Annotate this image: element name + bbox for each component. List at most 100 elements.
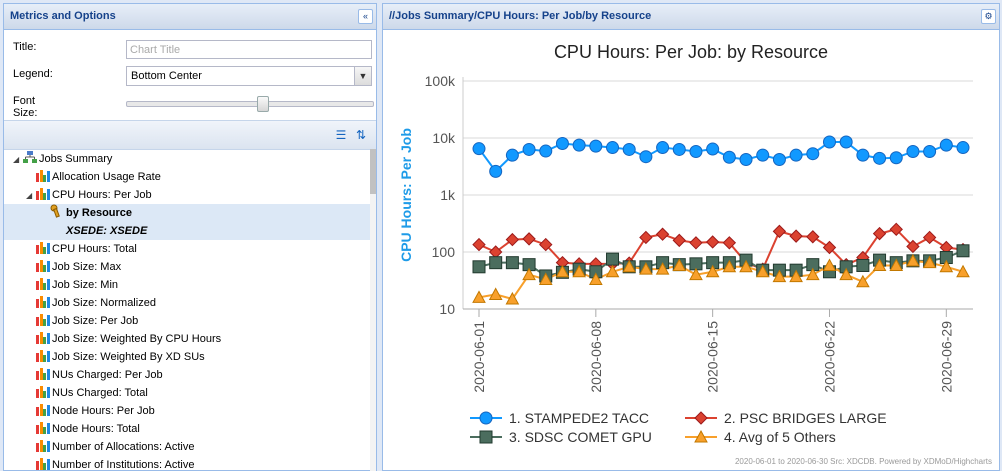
data-point — [772, 152, 786, 166]
tree-scrollbar-thumb[interactable] — [370, 149, 376, 194]
realm-icon — [23, 151, 37, 164]
bar-chart-icon — [36, 259, 50, 272]
chart-panel: //Jobs Summary/CPU Hours: Per Job/by Res… — [382, 3, 1000, 471]
data-point — [622, 142, 636, 156]
refresh-icon[interactable]: ⇅ — [354, 128, 368, 142]
data-point — [472, 237, 486, 252]
bar-chart-icon — [36, 331, 50, 344]
data-point — [922, 230, 937, 245]
tree-item[interactable]: ◢ Jobs Summary — [4, 150, 370, 168]
expand-triangle-icon[interactable]: ◢ — [13, 151, 23, 169]
legend-item[interactable]: 4. Avg of 5 Others — [724, 429, 836, 445]
chevron-down-icon[interactable]: ▼ — [354, 67, 371, 85]
data-point — [956, 141, 970, 155]
bar-chart-icon — [36, 385, 50, 398]
tree-item-label: Job Size: Per Job — [52, 315, 139, 327]
data-point — [639, 150, 653, 164]
data-point — [756, 148, 770, 162]
data-point — [789, 148, 803, 162]
data-point — [806, 230, 820, 244]
tree-item[interactable]: by Resource — [4, 204, 370, 222]
data-point — [555, 137, 569, 151]
data-point — [806, 147, 820, 161]
tree-item[interactable]: NUs Charged: Per Job — [4, 366, 370, 384]
data-point — [639, 230, 653, 245]
legend-item[interactable]: 3. SDSC COMET GPU — [509, 429, 652, 445]
legend-item[interactable]: 1. STAMPEDE2 TACC — [509, 410, 649, 426]
title-label: Title: — [13, 41, 37, 53]
metrics-panel-title: Metrics and Options — [10, 10, 116, 22]
y-tick-label: 1k — [440, 187, 456, 203]
data-point — [923, 144, 937, 158]
tree-item[interactable]: Node Hours: Per Job — [4, 402, 370, 420]
tree-item[interactable]: Number of Institutions: Active — [4, 456, 370, 471]
tree-item[interactable]: Number of Allocations: Active — [4, 438, 370, 456]
data-point — [705, 235, 720, 249]
tree-item[interactable]: Job Size: Normalized — [4, 294, 370, 312]
tree-item[interactable]: Allocation Usage Rate — [4, 168, 370, 186]
tree-item[interactable]: XSEDE: XSEDE — [4, 222, 370, 240]
tree-item[interactable]: CPU Hours: Total — [4, 240, 370, 258]
data-point — [589, 139, 603, 153]
tree-item-label: Job Size: Min — [52, 279, 119, 291]
bar-chart-icon — [36, 421, 50, 434]
tree-item-label: Node Hours: Total — [52, 423, 140, 435]
data-point — [889, 151, 903, 165]
data-point — [505, 148, 519, 162]
x-tick-label: 2020-06-15 — [705, 321, 721, 393]
chart-title: CPU Hours: Per Job: by Resource — [554, 42, 828, 62]
data-point — [489, 256, 503, 270]
tree-item-label: Number of Institutions: Active — [52, 459, 195, 471]
data-point — [856, 148, 870, 162]
data-point — [722, 150, 736, 164]
data-point — [822, 135, 836, 149]
list-icon[interactable]: ☰ — [334, 128, 348, 142]
title-input[interactable] — [126, 40, 372, 59]
gear-icon[interactable]: ⚙ — [981, 9, 996, 24]
data-point — [489, 164, 503, 178]
tree-item[interactable]: ◢ CPU Hours: Per Job — [4, 186, 370, 204]
tree-item[interactable]: Node Hours: Total — [4, 420, 370, 438]
tree-item[interactable]: Job Size: Per Job — [4, 312, 370, 330]
legend-item[interactable]: 2. PSC BRIDGES LARGE — [724, 410, 887, 426]
data-point — [772, 224, 787, 239]
expand-triangle-icon[interactable]: ◢ — [26, 187, 36, 205]
legend-select[interactable]: Bottom Center ▼ — [126, 66, 372, 86]
x-tick-label: 2020-06-22 — [821, 321, 837, 393]
legend-select-value: Bottom Center — [131, 70, 202, 82]
bar-chart-icon — [36, 439, 50, 452]
double-chevron-left-icon[interactable]: « — [358, 9, 373, 24]
tree-item[interactable]: Job Size: Max — [4, 258, 370, 276]
font-size-slider[interactable] — [126, 96, 374, 112]
data-point — [939, 138, 953, 152]
font-size-slider-thumb[interactable] — [256, 96, 269, 112]
data-point — [906, 144, 920, 158]
data-point — [488, 287, 503, 300]
data-point — [739, 152, 753, 166]
legend-marker — [694, 411, 708, 425]
data-point — [572, 138, 586, 152]
tree-item[interactable]: Job Size: Min — [4, 276, 370, 294]
data-point — [956, 244, 970, 258]
y-tick-label: 10k — [432, 130, 456, 146]
tree-item[interactable]: Job Size: Weighted By XD SUs — [4, 348, 370, 366]
tree-item-label: NUs Charged: Total — [52, 387, 148, 399]
data-point — [656, 141, 670, 155]
tree-item-label: XSEDE: XSEDE — [66, 225, 148, 237]
tree-scrollbar[interactable] — [370, 149, 376, 471]
tree-toolbar: ☰ ⇅ — [4, 120, 376, 150]
tree-item-label: Job Size: Normalized — [52, 297, 156, 309]
bar-chart-icon — [36, 295, 50, 308]
data-point — [706, 142, 720, 156]
x-tick-label: 2020-06-08 — [588, 321, 604, 393]
x-tick-label: 2020-06-01 — [471, 321, 487, 393]
tree-item-label: Job Size: Max — [52, 261, 122, 273]
tree-item[interactable]: NUs Charged: Total — [4, 384, 370, 402]
y-axis-label: CPU Hours: Per Job — [398, 128, 414, 262]
data-point — [689, 236, 703, 250]
tree-item[interactable]: Job Size: Weighted By CPU Hours — [4, 330, 370, 348]
tree-item-label: Jobs Summary — [39, 153, 113, 165]
bar-chart-icon — [36, 403, 50, 416]
data-point — [672, 142, 686, 156]
data-point — [872, 226, 887, 241]
